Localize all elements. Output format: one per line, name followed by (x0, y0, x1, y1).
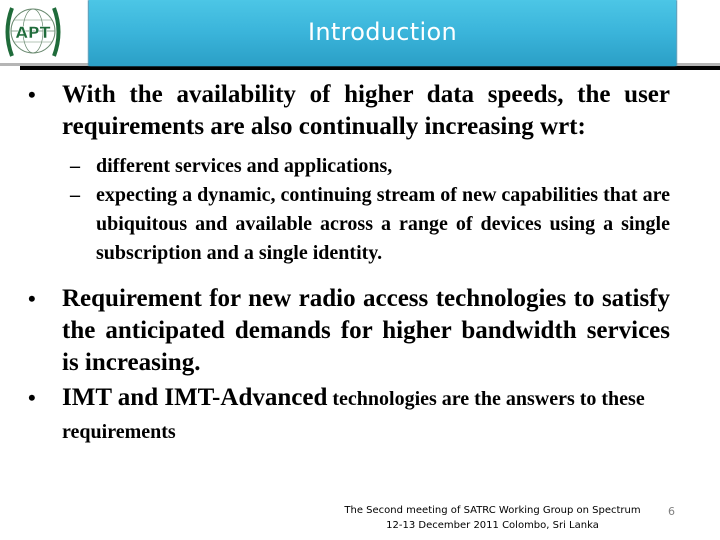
bullet-item: • With the availability of higher data s… (28, 79, 670, 143)
apt-logo-icon: APT (5, 7, 61, 57)
header-underline-black (20, 66, 720, 70)
dash-marker: – (70, 155, 80, 177)
bullet-text-bold: IMT and IMT-Advanced (62, 384, 328, 411)
svg-text:APT: APT (15, 23, 50, 42)
bullet-item: • Requirement for new radio access techn… (28, 283, 670, 379)
bullet-text: Requirement for new radio access technol… (62, 285, 670, 376)
page-number: 6 (668, 505, 675, 518)
bullet-item: • IMT and IMT-Advanced technologies are … (28, 382, 670, 448)
sub-bullet-text: different services and applications, (96, 155, 393, 177)
slide-title: Introduction (308, 18, 457, 46)
sub-bullet-item: – expecting a dynamic, continuing stream… (28, 181, 670, 268)
title-bar: Introduction (89, 0, 676, 66)
slide-body: • With the availability of higher data s… (28, 76, 670, 448)
sub-bullet-item: – different services and applications, (28, 152, 670, 181)
footer-line-2: 12-13 December 2011 Colombo, Sri Lanka (386, 520, 599, 531)
footer: The Second meeting of SATRC Working Grou… (330, 503, 655, 533)
bullet-text: With the availability of higher data spe… (62, 81, 670, 140)
bullet-dot: • (28, 286, 36, 311)
footer-line-1: The Second meeting of SATRC Working Grou… (344, 505, 641, 516)
bullet-dot: • (28, 82, 36, 107)
dash-marker: – (70, 184, 80, 206)
bullet-dot: • (28, 385, 36, 410)
sub-bullet-text: expecting a dynamic, continuing stream o… (96, 184, 670, 264)
